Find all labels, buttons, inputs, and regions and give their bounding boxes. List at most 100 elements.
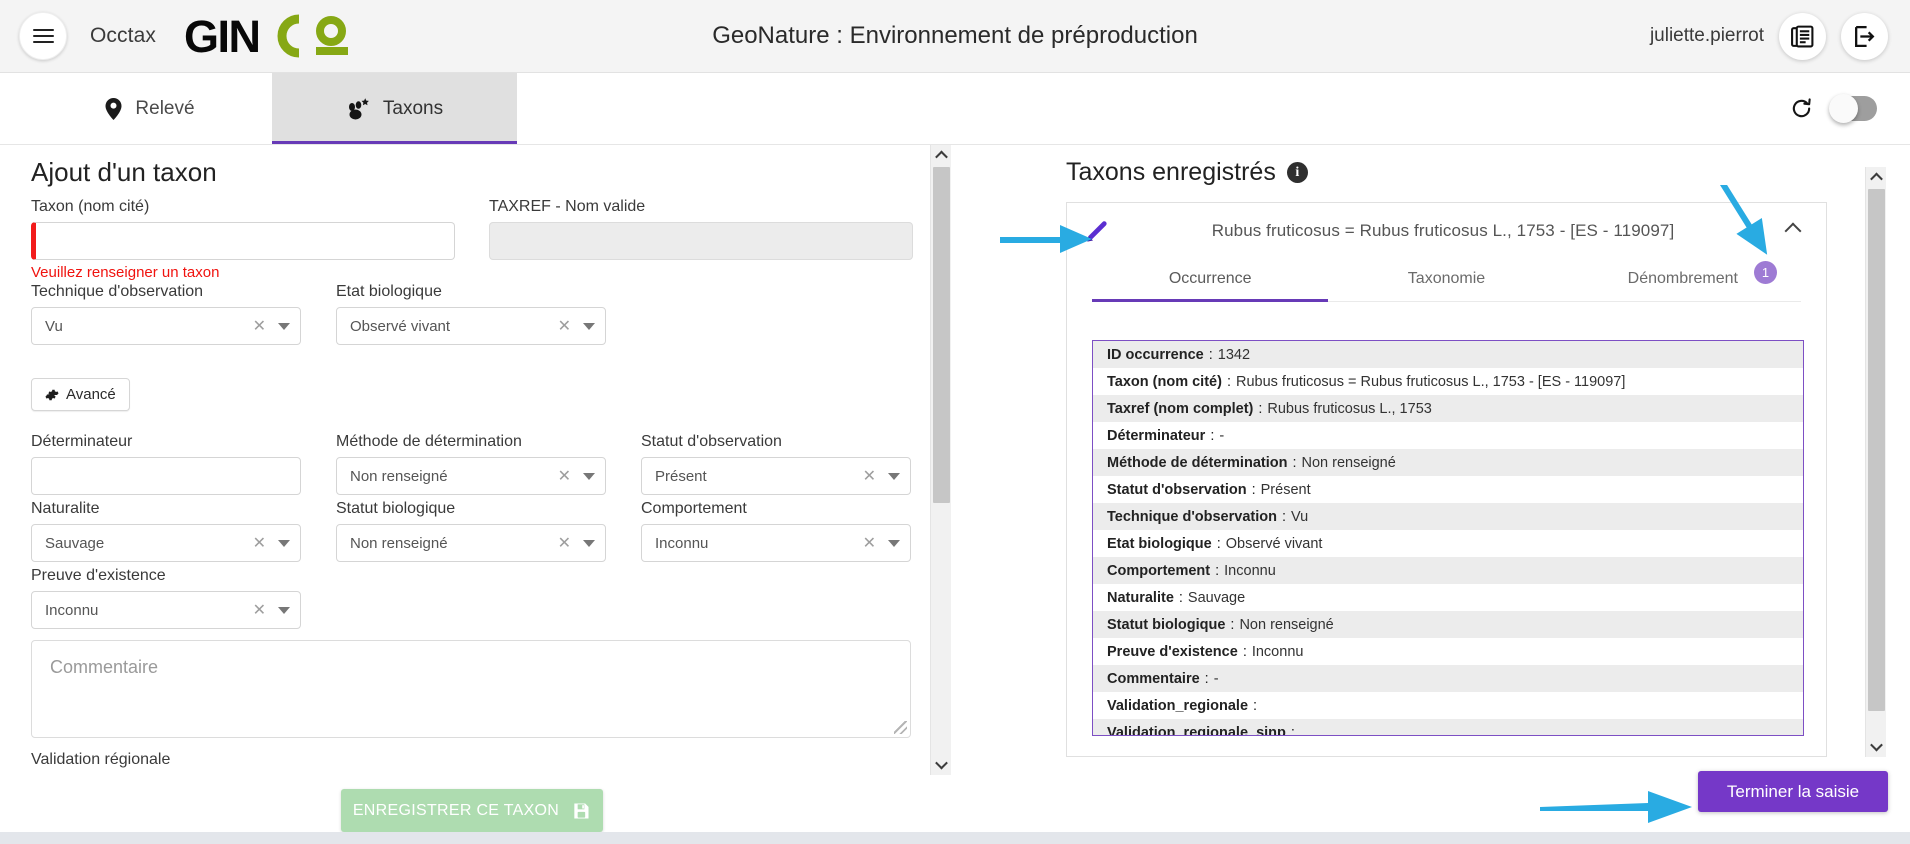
detail-row-value: Vu xyxy=(1290,508,1309,525)
chevron-down-icon xyxy=(888,539,900,547)
taxon-card: Rubus fruticosus = Rubus fruticosus L., … xyxy=(1066,202,1827,757)
scrollbar-thumb[interactable] xyxy=(1868,189,1885,711)
scroll-down-arrow-icon[interactable] xyxy=(1866,736,1887,757)
field-label: Preuve d'existence xyxy=(31,567,166,584)
logo-text-gin: GIN xyxy=(183,10,261,62)
field-comportement: Comportement Inconnu ✕ xyxy=(641,500,911,562)
left-panel-scrollbar[interactable] xyxy=(930,145,951,775)
subtab-taxonomie[interactable]: Taxonomie xyxy=(1328,261,1564,301)
refresh-icon[interactable] xyxy=(1790,97,1813,120)
technique-select[interactable]: Vu ✕ xyxy=(31,307,301,345)
field-label: Validation régionale xyxy=(31,751,171,768)
pencil-icon[interactable] xyxy=(1084,218,1111,245)
clear-icon[interactable]: ✕ xyxy=(558,533,571,553)
statut-observation-select[interactable]: Présent ✕ xyxy=(641,457,911,495)
commentaire-textarea[interactable]: Commentaire xyxy=(31,640,911,738)
preuve-existence-select[interactable]: Inconnu ✕ xyxy=(31,591,301,629)
taxref-input xyxy=(489,222,913,260)
save-taxon-label: ENREGISTRER CE TAXON xyxy=(352,801,560,819)
app-module-name: Occtax xyxy=(90,24,156,47)
documents-icon[interactable] xyxy=(1779,12,1826,60)
logo-mark-co xyxy=(277,14,349,58)
determinateur-input[interactable] xyxy=(31,457,301,495)
resize-grip-icon[interactable] xyxy=(894,721,907,734)
tab-taxons[interactable]: Taxons xyxy=(272,73,517,144)
clear-icon[interactable]: ✕ xyxy=(253,600,266,620)
detail-row-separator: : xyxy=(1210,427,1215,444)
comportement-select[interactable]: Inconnu ✕ xyxy=(641,524,911,562)
tab-taxons-label: Taxons xyxy=(382,97,444,119)
detail-row-separator: : xyxy=(1251,481,1256,498)
methode-select[interactable]: Non renseigné ✕ xyxy=(336,457,606,495)
subtab-occurrence[interactable]: Occurrence xyxy=(1092,261,1329,302)
taxon-card-subtabs: Occurrence Taxonomie Dénombrement 1 xyxy=(1092,261,1801,302)
detail-row-separator: : xyxy=(1215,562,1220,579)
chevron-down-icon xyxy=(583,472,595,480)
detail-row: Taxon (nom cité): Rubus fruticosus = Rubu… xyxy=(1093,368,1803,395)
detail-row: Statut biologique: Non renseigné xyxy=(1093,611,1803,638)
hamburger-menu-icon[interactable] xyxy=(19,12,67,60)
clear-icon[interactable]: ✕ xyxy=(558,466,571,486)
field-label: TAXREF - Nom valide xyxy=(489,198,646,215)
ginco-logo: GIN xyxy=(184,13,358,59)
advanced-toggle-button[interactable]: Avancé xyxy=(31,378,130,411)
scroll-up-arrow-icon[interactable] xyxy=(931,145,952,166)
detail-row-label: Technique d'observation xyxy=(1107,508,1277,525)
info-icon[interactable]: i xyxy=(1286,162,1308,183)
logout-icon[interactable] xyxy=(1841,12,1888,60)
right-panel-scrollbar[interactable] xyxy=(1865,167,1886,757)
tab-releve[interactable]: Relevé xyxy=(27,73,272,144)
field-preuve-existence: Preuve d'existence Inconnu ✕ xyxy=(31,567,301,629)
taxon-name-input[interactable] xyxy=(31,222,455,260)
detail-row-separator: : xyxy=(1292,454,1297,471)
clear-icon[interactable]: ✕ xyxy=(863,533,876,553)
detail-row-separator: : xyxy=(1253,697,1258,714)
detail-row-value: Rubus fruticosus = Rubus fruticosus L., … xyxy=(1235,373,1626,390)
display-toggle-switch[interactable] xyxy=(1829,94,1877,123)
paw-star-icon xyxy=(348,97,369,119)
scrollbar-thumb[interactable] xyxy=(933,167,950,503)
detail-row: Naturalite: Sauvage xyxy=(1093,584,1803,611)
detail-row: Commentaire: - xyxy=(1093,665,1803,692)
chevron-down-icon xyxy=(278,539,290,547)
form-title: Ajout d'un taxon xyxy=(31,157,217,187)
statut-biologique-select[interactable]: Non renseigné ✕ xyxy=(336,524,606,562)
finish-entry-button[interactable]: Terminer la saisie xyxy=(1698,771,1888,812)
detail-row-separator: : xyxy=(1230,616,1235,633)
occurrence-detail-list: ID occurrence:1342 Taxon (nom cité): Rubus… xyxy=(1092,340,1804,736)
select-value: Présent xyxy=(655,467,707,485)
select-value: Sauvage xyxy=(45,534,105,552)
select-value: Non renseigné xyxy=(350,467,448,485)
scroll-up-arrow-icon[interactable] xyxy=(1866,167,1887,188)
scroll-down-arrow-icon[interactable] xyxy=(931,754,952,775)
detail-row-label: Commentaire xyxy=(1107,670,1200,687)
detail-row-label: Preuve d'existence xyxy=(1107,643,1238,660)
add-taxon-form-scroll: Ajout d'un taxon Taxon (nom cité) Veuill… xyxy=(0,145,930,775)
clear-icon[interactable]: ✕ xyxy=(253,316,266,336)
chevron-up-icon[interactable] xyxy=(1784,222,1802,240)
detail-row: Comportement: Inconnu xyxy=(1093,557,1803,584)
save-taxon-button[interactable]: ENREGISTRER CE TAXON xyxy=(341,789,603,832)
select-value: Vu xyxy=(45,317,63,335)
field-determinateur: Déterminateur xyxy=(31,433,301,495)
detail-row-separator: : xyxy=(1178,589,1183,606)
clear-icon[interactable]: ✕ xyxy=(558,316,571,336)
naturalite-select[interactable]: Sauvage ✕ xyxy=(31,524,301,562)
taxon-card-title: Rubus fruticosus = Rubus fruticosus L., … xyxy=(1211,221,1675,240)
detail-row-separator: : xyxy=(1216,535,1221,552)
detail-row-label: Statut biologique xyxy=(1107,616,1226,633)
detail-row-separator: : xyxy=(1204,670,1209,687)
subtab-denombrement[interactable]: Dénombrement 1 xyxy=(1565,261,1801,301)
detail-row-value: Non renseigné xyxy=(1301,454,1396,471)
tab-bar-controls xyxy=(1790,73,1877,144)
chevron-down-icon xyxy=(583,322,595,330)
etat-biologique-select[interactable]: Observé vivant ✕ xyxy=(336,307,606,345)
save-icon xyxy=(574,803,589,818)
detail-row-label: ID occurrence xyxy=(1107,346,1204,363)
clear-icon[interactable]: ✕ xyxy=(253,533,266,553)
detail-row-label: Naturalite xyxy=(1107,589,1174,606)
detail-row-separator: : xyxy=(1242,643,1247,660)
detail-row: Déterminateur: - xyxy=(1093,422,1803,449)
clear-icon[interactable]: ✕ xyxy=(863,466,876,486)
field-taxon-name: Taxon (nom cité) Veuillez renseigner un … xyxy=(31,198,455,281)
